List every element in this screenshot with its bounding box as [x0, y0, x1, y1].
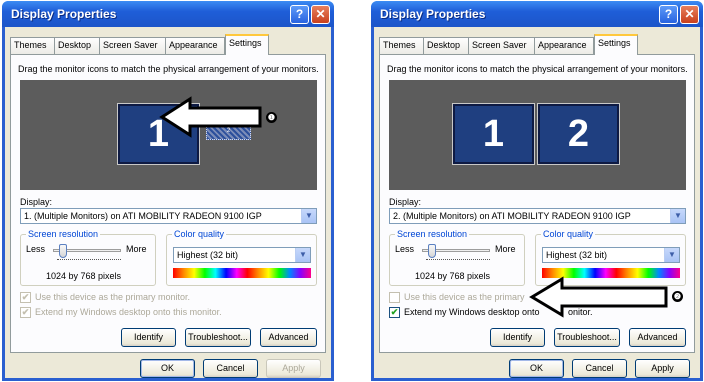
- chevron-down-icon[interactable]: ▼: [301, 209, 316, 223]
- color-spectrum-bar: [173, 268, 311, 278]
- identify-button[interactable]: Identify: [490, 328, 545, 347]
- ok-button[interactable]: OK: [509, 359, 564, 378]
- close-icon[interactable]: ✕: [311, 5, 330, 24]
- display-label: Display:: [20, 197, 53, 207]
- slider-ticks: [57, 259, 121, 261]
- color-quality-value: Highest (32 bit): [546, 250, 608, 260]
- color-quality-select[interactable]: Highest (32 bit) ▼: [542, 247, 680, 263]
- resolution-more-label: More: [126, 244, 147, 254]
- screen-resolution-title: Screen resolution: [26, 229, 101, 239]
- resolution-value: 1024 by 768 pixels: [415, 271, 491, 281]
- tab-appearance[interactable]: Appearance: [165, 37, 225, 54]
- instructions-text: Drag the monitor icons to match the phys…: [18, 64, 319, 74]
- display-select[interactable]: 2. (Multiple Monitors) on ATI MOBILITY R…: [389, 208, 686, 224]
- chevron-down-icon[interactable]: ▼: [670, 209, 685, 223]
- window-title: Display Properties: [11, 7, 117, 21]
- arrow-callout-icon: [159, 96, 262, 138]
- advanced-button[interactable]: Advanced: [629, 328, 686, 347]
- monitor-2-icon[interactable]: 2: [537, 103, 620, 165]
- tab-desktop[interactable]: Desktop: [54, 37, 100, 54]
- screen-resolution-title: Screen resolution: [395, 229, 470, 239]
- color-quality-title: Color quality: [541, 229, 596, 239]
- tab-screen-saver[interactable]: Screen Saver: [99, 37, 166, 54]
- title-bar[interactable]: Display Properties ? ✕: [2, 1, 334, 27]
- display-properties-window-2: Display Properties ? ✕ Themes Desktop Sc…: [371, 1, 703, 381]
- window-title: Display Properties: [380, 7, 486, 21]
- extend-desktop-checkbox[interactable]: ✔: [389, 307, 400, 318]
- tab-themes[interactable]: Themes: [379, 37, 424, 54]
- dialog-body: Themes Desktop Screen Saver Appearance S…: [374, 27, 700, 378]
- primary-monitor-checkbox[interactable]: ✔: [20, 292, 31, 303]
- cancel-button[interactable]: Cancel: [203, 359, 258, 378]
- apply-button[interactable]: Apply: [266, 359, 321, 378]
- tab-settings[interactable]: Settings: [225, 34, 269, 55]
- instructions-text: Drag the monitor icons to match the phys…: [387, 64, 688, 74]
- slider-ticks: [426, 259, 490, 261]
- help-icon[interactable]: ?: [290, 5, 309, 24]
- primary-monitor-checkbox[interactable]: [389, 292, 400, 303]
- resolution-less-label: Less: [26, 244, 46, 254]
- resolution-slider-thumb[interactable]: [428, 244, 436, 258]
- color-quality-select[interactable]: Highest (32 bit) ▼: [173, 247, 311, 263]
- cancel-button[interactable]: Cancel: [572, 359, 627, 378]
- display-select-value: 2. (Multiple Monitors) on ATI MOBILITY R…: [393, 211, 631, 221]
- chevron-down-icon[interactable]: ▼: [295, 248, 310, 262]
- annotation-marker-2: ❷: [672, 291, 683, 302]
- apply-button[interactable]: Apply: [635, 359, 690, 378]
- resolution-value: 1024 by 768 pixels: [46, 271, 122, 281]
- resolution-slider-thumb[interactable]: [59, 244, 67, 258]
- title-bar[interactable]: Display Properties ? ✕: [371, 1, 703, 27]
- display-properties-window-1: Display Properties ? ✕ Themes Desktop Sc…: [2, 1, 334, 381]
- annotation-marker-1: ❶: [266, 112, 277, 123]
- color-quality-group: Color quality Highest (32 bit) ▼: [166, 229, 317, 286]
- tab-desktop[interactable]: Desktop: [423, 37, 469, 54]
- display-label: Display:: [389, 197, 422, 207]
- display-select[interactable]: 1. (Multiple Monitors) on ATI MOBILITY R…: [20, 208, 317, 224]
- tab-themes[interactable]: Themes: [10, 37, 55, 54]
- color-quality-value: Highest (32 bit): [177, 250, 239, 260]
- identify-button[interactable]: Identify: [121, 328, 176, 347]
- primary-monitor-label: Use this device as the primary monitor.: [35, 292, 191, 302]
- tab-screen-saver[interactable]: Screen Saver: [468, 37, 535, 54]
- dialog-body: Themes Desktop Screen Saver Appearance S…: [5, 27, 331, 378]
- extend-desktop-label: Extend my Windows desktop onto this moni…: [35, 307, 222, 317]
- troubleshoot-button[interactable]: Troubleshoot...: [185, 328, 251, 347]
- troubleshoot-button[interactable]: Troubleshoot...: [554, 328, 620, 347]
- tab-settings[interactable]: Settings: [594, 34, 638, 55]
- monitor-1-icon[interactable]: 1: [452, 103, 535, 165]
- resolution-less-label: Less: [395, 244, 415, 254]
- help-icon[interactable]: ?: [659, 5, 678, 24]
- color-quality-title: Color quality: [172, 229, 227, 239]
- close-icon[interactable]: ✕: [680, 5, 699, 24]
- monitor-preview-area: 1 2: [389, 80, 686, 190]
- primary-monitor-label: Use this device as the primary: [404, 292, 525, 302]
- screen-resolution-group: Screen resolution Less More 1024 by 768 …: [389, 229, 525, 286]
- arrow-callout-icon: [529, 276, 668, 318]
- resolution-more-label: More: [495, 244, 516, 254]
- display-select-value: 1. (Multiple Monitors) on ATI MOBILITY R…: [24, 211, 262, 221]
- ok-button[interactable]: OK: [140, 359, 195, 378]
- extend-desktop-checkbox[interactable]: ✔: [20, 307, 31, 318]
- tab-appearance[interactable]: Appearance: [534, 37, 594, 54]
- extend-desktop-label: Extend my Windows desktop onto: [404, 307, 540, 317]
- chevron-down-icon[interactable]: ▼: [664, 248, 679, 262]
- screen-resolution-group: Screen resolution Less More 1024 by 768 …: [20, 229, 156, 286]
- advanced-button[interactable]: Advanced: [260, 328, 317, 347]
